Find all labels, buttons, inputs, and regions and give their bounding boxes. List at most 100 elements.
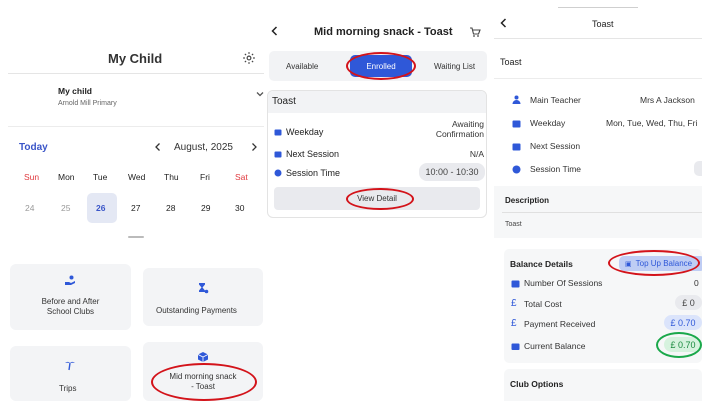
weekday-sat: Sat [235,172,248,182]
tile-outstanding-payments[interactable] [143,268,263,326]
row-value: 10:00 - 10:30 [425,167,479,177]
row-label: Total Cost [524,299,562,309]
calendar-expand-handle[interactable] [128,236,144,238]
row-value: £ 0.70 [670,317,696,328]
wallet-icon: ▣ [625,260,632,268]
weekday-mon: Mon [58,172,75,182]
calendar-icon [511,141,521,151]
back-arrow-icon[interactable] [498,17,510,29]
total-cost-pill: £ 0 [675,295,702,310]
day-cell[interactable]: 29 [201,203,210,213]
weekday-tue: Tue [93,172,108,182]
row-value: Awaiting Confirmation [435,119,484,139]
row-label: Number Of Sessions [524,278,603,288]
row-value: 0 [694,278,699,288]
clock-icon [273,168,282,177]
hand-coin-icon [63,273,77,287]
day-cell-selected[interactable]: 26 [96,203,105,213]
day-cell[interactable]: 25 [61,203,70,213]
tab-enrolled[interactable]: Enrolled [350,55,412,77]
payment-received-pill: £ 0.70 [664,315,702,330]
session-time-pill [694,161,702,176]
row-label: Weekday [530,118,566,128]
child-selector[interactable]: My child Arnold Mill Primary [44,78,268,118]
today-button[interactable]: Today [19,142,48,153]
month-label: August, 2025 [174,142,233,153]
weekday-wed: Wed [128,172,146,182]
day-cell[interactable]: 24 [25,203,34,213]
chevron-right-icon[interactable] [248,141,260,153]
top-bar-line [558,7,638,8]
row-label: Next Session [286,149,340,159]
top-up-label: Top Up Balance [635,259,693,268]
row-label: Payment Received [524,319,596,329]
view-detail-label: View Detail [357,194,397,203]
page-title: Mid morning snack - Toast [314,26,453,38]
card-title: Toast [272,96,296,107]
row-label: Session Time [530,164,582,174]
session-time-pill: 10:00 - 10:30 [419,163,485,181]
balance-title: Balance Details [510,259,573,269]
day-cell[interactable]: 27 [131,203,140,213]
view-detail-button[interactable]: View Detail [274,187,480,210]
clock-icon [511,164,521,174]
chevron-down-icon[interactable] [254,88,266,100]
row-value: £ 0.70 [670,339,696,350]
toast-detail-panel: Toast Toast Main Teacher Mrs A Jackson W… [494,0,702,401]
weekday-thu: Thu [164,172,179,182]
cart-icon[interactable] [468,25,482,39]
calendar-icon [510,278,520,288]
tab-available[interactable]: Available [286,62,318,71]
description-label: Description [505,196,550,205]
tile-label: Mid morning snack - Toast [169,372,237,391]
chevron-left-icon[interactable] [152,141,164,153]
palm-tree-icon [63,358,77,372]
package-icon [196,350,210,364]
tab-waiting-list[interactable]: Waiting List [434,62,475,71]
club-options-title: Club Options [510,379,564,389]
weekday-sun: Sun [24,172,40,182]
wallet-icon [510,341,520,351]
section-divider [8,126,264,127]
tile-label: Outstanding Payments [156,306,237,315]
row-value: £ 0 [682,297,695,308]
tile-label: Before and After School Clubs [41,297,100,316]
tab-enrolled-label: Enrolled [366,61,396,71]
section-divider [494,78,702,79]
pound-icon: £ [511,298,517,309]
description-divider [502,212,702,213]
top-up-balance-button[interactable]: ▣ Top Up Balance [619,256,702,271]
person-icon [511,94,521,104]
row-value: N/A [469,149,484,159]
calendar-icon [273,149,282,158]
row-label: Next Session [530,141,581,151]
my-child-panel: My Child My child Arnold Mill Primary To… [0,0,268,401]
day-cell[interactable]: 30 [235,203,244,213]
row-value: Mrs A Jackson [640,95,695,105]
header-divider [8,73,264,74]
day-cell[interactable]: 28 [166,203,175,213]
row-label: Main Teacher [530,95,581,105]
page-title: Toast [592,19,614,29]
page-title: My Child [108,51,163,66]
current-balance-pill: £ 0.70 [664,337,702,352]
row-label: Weekday [286,127,324,137]
school-name: Arnold Mill Primary [58,100,117,107]
pound-icon: £ [511,318,517,329]
row-label: Current Balance [524,341,586,351]
card-header [268,91,486,113]
header-divider [494,38,702,39]
tile-label: Trips [59,384,77,393]
back-arrow-icon[interactable] [269,25,281,37]
calendar-icon [273,127,282,136]
row-label: Session Time [286,168,341,178]
snack-panel: Mid morning snack - Toast Available Enro… [266,16,490,226]
gear-icon[interactable] [241,50,257,66]
row-value: Mon, Tue, Wed, Thu, Fri [606,118,698,128]
child-name: My child [58,86,93,96]
club-name: Toast [500,57,522,67]
weekday-fri: Fri [200,172,210,182]
description-text: Toast [505,221,522,228]
hourglass-icon [196,281,210,295]
calendar-icon [511,118,521,128]
